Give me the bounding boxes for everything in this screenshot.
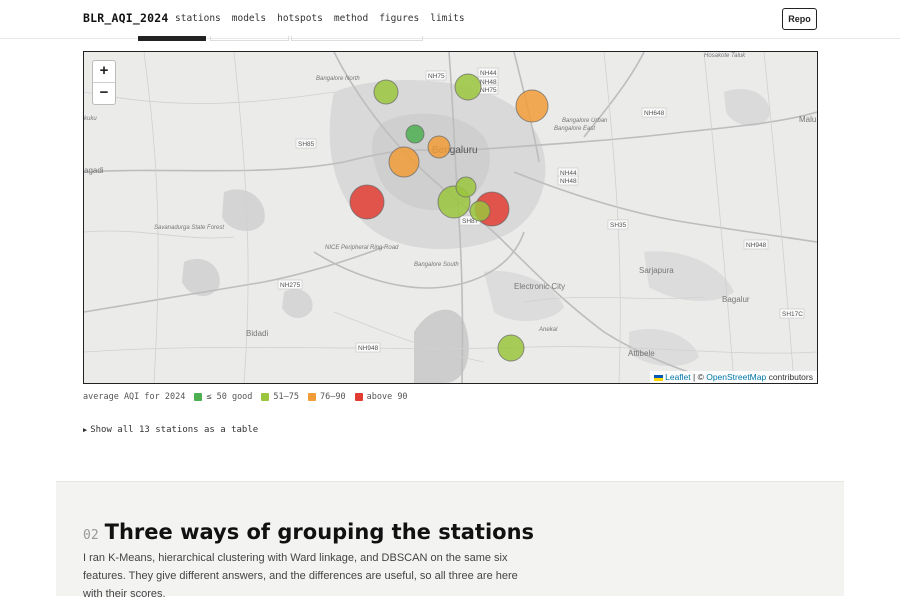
legend-swatch xyxy=(308,393,317,401)
station-marker[interactable] xyxy=(427,135,451,159)
disclosure-triangle-icon: ▶ xyxy=(83,426,88,434)
nav-link-method[interactable]: method xyxy=(334,13,368,24)
nav-links: stations models hotspots method figures … xyxy=(175,13,465,24)
legend-swatch xyxy=(354,393,363,401)
station-marker[interactable] xyxy=(388,146,420,178)
station-marker[interactable] xyxy=(455,176,477,198)
section-title: Three ways of grouping the stations xyxy=(104,520,535,544)
station-marker[interactable] xyxy=(349,184,385,220)
station-markers xyxy=(349,73,549,362)
tab-active-indicator[interactable] xyxy=(138,36,206,41)
grouping-section: 02 Three ways of grouping the stations I… xyxy=(56,481,844,600)
site-brand[interactable]: BLR_AQI_2024 xyxy=(83,11,168,25)
top-nav: BLR_AQI_2024 stations models hotspots me… xyxy=(0,0,900,39)
ukraine-flag-icon xyxy=(654,374,664,381)
nav-link-models[interactable]: models xyxy=(232,13,266,24)
station-marker[interactable] xyxy=(454,73,482,101)
zoom-out-button[interactable]: − xyxy=(93,82,115,104)
nav-link-stations[interactable]: stations xyxy=(175,13,221,24)
legend-swatch xyxy=(194,393,203,401)
zoom-control: + − xyxy=(92,60,116,105)
station-marker[interactable] xyxy=(469,200,491,222)
station-map[interactable]: Bengaluru Electronic City Sarjapura Baga… xyxy=(83,51,818,384)
section-heading: 02 Three ways of grouping the stations xyxy=(83,520,534,544)
aqi-legend: average AQI for 2024 ≤ 50 good 51–75 76–… xyxy=(83,392,408,402)
station-marker[interactable] xyxy=(497,334,525,362)
tab-fragment[interactable] xyxy=(210,36,289,41)
nav-link-limits[interactable]: limits xyxy=(430,13,464,24)
station-marker[interactable] xyxy=(405,124,425,144)
legend-item-label: above 90 xyxy=(366,392,408,402)
leaflet-link[interactable]: Leaflet xyxy=(665,372,691,382)
legend-swatch xyxy=(261,393,270,401)
repo-button[interactable]: Repo xyxy=(782,8,817,30)
station-marker[interactable] xyxy=(373,79,399,105)
stations-table-toggle[interactable]: ▶ Show all 13 stations as a table xyxy=(83,425,258,435)
zoom-in-button[interactable]: + xyxy=(93,61,115,82)
legend-item-label: 76–90 xyxy=(320,392,346,402)
tab-fragment[interactable] xyxy=(291,36,423,41)
toggle-label: Show all 13 stations as a table xyxy=(90,425,259,435)
osm-link[interactable]: OpenStreetMap xyxy=(706,372,766,382)
nav-link-hotspots[interactable]: hotspots xyxy=(277,13,323,24)
nav-link-figures[interactable]: figures xyxy=(379,13,419,24)
legend-item-label: ≤ 50 good xyxy=(206,392,253,402)
legend-item-label: 51–75 xyxy=(273,392,300,402)
section-number: 02 xyxy=(83,528,99,543)
legend-title: average AQI for 2024 xyxy=(83,392,186,402)
map-attribution: Leaflet | © OpenStreetMap contributors xyxy=(650,371,817,383)
station-marker[interactable] xyxy=(515,89,549,123)
